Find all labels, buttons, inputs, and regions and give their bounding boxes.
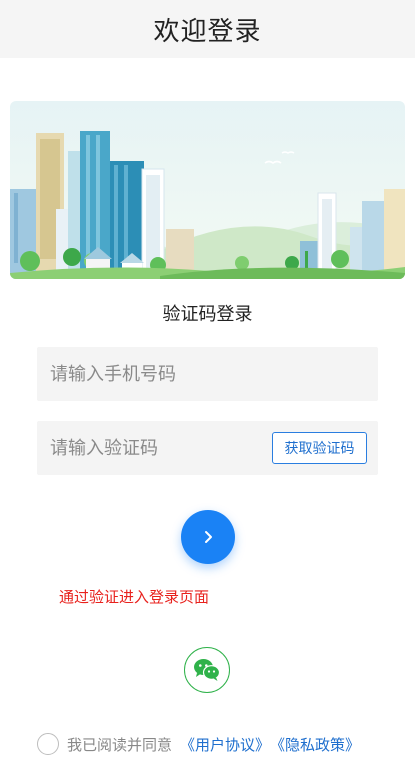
agreement-text: 我已阅读并同意: [67, 735, 173, 754]
hint-text: 通过验证进入登录页面: [59, 588, 210, 606]
wechat-icon: [194, 659, 221, 681]
phone-field: [37, 347, 378, 401]
city-banner-illustration: [10, 101, 405, 279]
get-code-button[interactable]: 获取验证码: [272, 432, 367, 464]
phone-input[interactable]: [37, 347, 378, 401]
wechat-login-button[interactable]: [184, 647, 230, 693]
login-method-title: 验证码登录: [162, 304, 253, 325]
code-field: 获取验证码: [37, 421, 378, 475]
verification-code-input[interactable]: [37, 421, 267, 475]
header-bar: 欢迎登录: [0, 0, 415, 58]
privacy-policy-link[interactable]: 《隐私政策》: [270, 734, 360, 755]
page-title: 欢迎登录: [153, 16, 262, 47]
chevron-right-icon: [205, 531, 212, 543]
user-agreement-link[interactable]: 《用户协议》: [180, 734, 270, 755]
agreement-row: 我已阅读并同意 《用户协议》 《隐私政策》: [37, 731, 360, 757]
agreement-checkbox[interactable]: [37, 733, 59, 755]
submit-button[interactable]: [181, 510, 235, 564]
